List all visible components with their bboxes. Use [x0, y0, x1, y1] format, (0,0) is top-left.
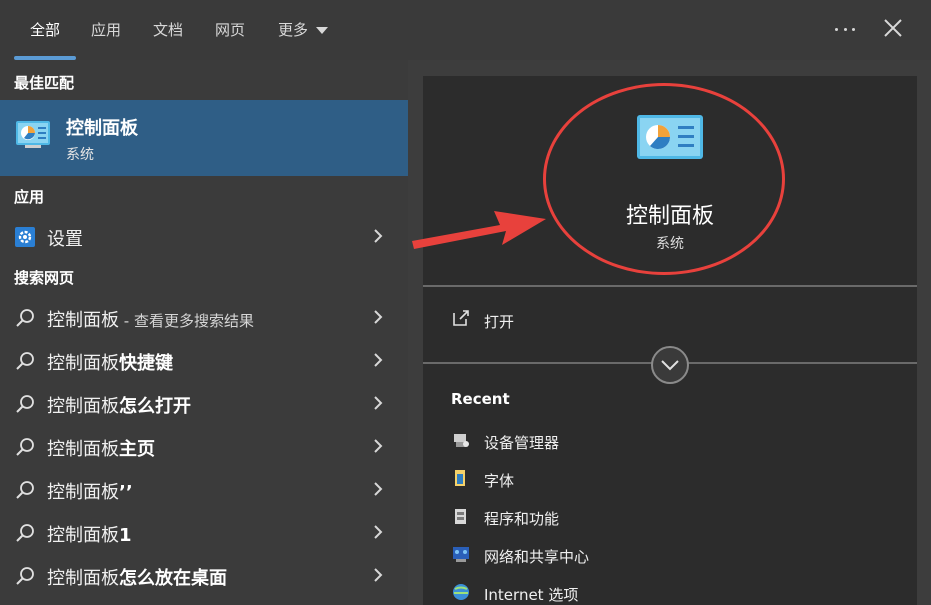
app-item-settings[interactable]: 设置 — [0, 215, 408, 257]
close-icon[interactable] — [881, 16, 905, 40]
web-result-text: 控制面板怎么放在桌面 — [47, 568, 227, 589]
gear-icon — [15, 227, 35, 247]
web-result-row[interactable]: 控制面板’’ — [0, 468, 408, 510]
best-match-subtitle: 系统 — [66, 147, 94, 163]
divider — [423, 285, 917, 287]
search-icon — [16, 567, 34, 585]
open-external-icon — [453, 310, 469, 326]
web-search-header: 搜索网页 — [14, 269, 75, 287]
web-result-text: 控制面板快捷键 — [47, 353, 173, 374]
web-result-row[interactable]: 控制面板快捷键 — [0, 339, 408, 381]
open-action[interactable]: 打开 — [423, 300, 917, 340]
recent-item[interactable]: 程序和功能 — [423, 502, 917, 536]
chevron-right-icon — [374, 568, 383, 582]
open-label: 打开 — [484, 313, 515, 331]
best-match-header: 最佳匹配 — [14, 74, 75, 92]
web-result-text: 控制面板主页 — [47, 439, 155, 460]
search-icon — [16, 309, 34, 327]
tab-web[interactable]: 网页 — [215, 0, 245, 60]
tab-more[interactable]: 更多 — [278, 0, 329, 60]
network-icon — [453, 547, 469, 562]
web-result-text: 控制面板怎么打开 — [47, 396, 191, 417]
chevron-right-icon — [374, 525, 383, 539]
recent-item-label: 字体 — [484, 472, 515, 490]
search-icon — [16, 352, 34, 370]
expand-chevron-icon[interactable] — [651, 346, 689, 384]
best-match-item[interactable]: 控制面板 系统 — [0, 100, 408, 176]
tab-apps[interactable]: 应用 — [91, 0, 121, 60]
chevron-right-icon — [374, 439, 383, 453]
web-result-row[interactable]: 控制面板怎么放在桌面 — [0, 554, 408, 596]
web-result-row[interactable]: 控制面板主页 — [0, 425, 408, 467]
preview-panel: 控制面板 系统 打开 Recent 设备管理器 字体 程序和功能 网络和共享中心… — [423, 76, 917, 605]
recent-item-label: 设备管理器 — [484, 434, 560, 452]
internet-options-icon — [453, 584, 469, 600]
search-icon — [16, 395, 34, 413]
recent-item[interactable]: Internet 选项 — [423, 578, 917, 605]
web-result-text: 控制面板 - 查看更多搜索结果 — [47, 310, 254, 331]
search-icon — [16, 524, 34, 542]
app-item-label: 设置 — [47, 229, 83, 250]
web-result-row[interactable]: 控制面板怎么打开 — [0, 382, 408, 424]
fonts-icon — [455, 470, 465, 486]
web-result-row[interactable]: 控制面板 - 查看更多搜索结果 — [0, 296, 408, 338]
recent-item[interactable]: 网络和共享中心 — [423, 540, 917, 574]
more-options-icon[interactable] — [830, 14, 860, 44]
tab-documents[interactable]: 文档 — [153, 0, 183, 60]
highlight-circle — [543, 83, 785, 275]
recent-item[interactable]: 字体 — [423, 464, 917, 498]
web-result-row[interactable]: 控制面板1 — [0, 511, 408, 553]
device-manager-icon — [454, 434, 469, 447]
web-result-text: 控制面板1 — [47, 525, 132, 546]
tab-more-label: 更多 — [278, 21, 309, 39]
recent-item-label: 程序和功能 — [484, 510, 560, 528]
control-panel-icon — [16, 121, 50, 148]
chevron-right-icon — [374, 229, 383, 243]
tab-all[interactable]: 全部 — [30, 0, 60, 60]
chevron-right-icon — [374, 482, 383, 496]
annotation-arrow — [412, 211, 546, 249]
search-filter-bar: 全部 应用 文档 网页 更多 — [0, 0, 931, 60]
web-result-text: 控制面板’’ — [47, 482, 133, 503]
programs-icon — [455, 509, 466, 524]
chevron-right-icon — [374, 353, 383, 367]
recent-item-label: Internet 选项 — [484, 586, 579, 604]
recent-item[interactable]: 设备管理器 — [423, 426, 917, 460]
search-icon — [16, 481, 34, 499]
chevron-right-icon — [374, 396, 383, 410]
recent-header: Recent — [451, 390, 510, 408]
chevron-right-icon — [374, 310, 383, 324]
best-match-title: 控制面板 — [66, 118, 138, 139]
chevron-down-icon — [316, 27, 329, 34]
recent-item-label: 网络和共享中心 — [484, 548, 590, 566]
search-icon — [16, 438, 34, 456]
apps-header: 应用 — [14, 188, 45, 206]
results-list: 最佳匹配 控制面板 系统 应用 设置 搜索网页 控制面板 - 查看更多搜索结果 — [0, 60, 408, 605]
